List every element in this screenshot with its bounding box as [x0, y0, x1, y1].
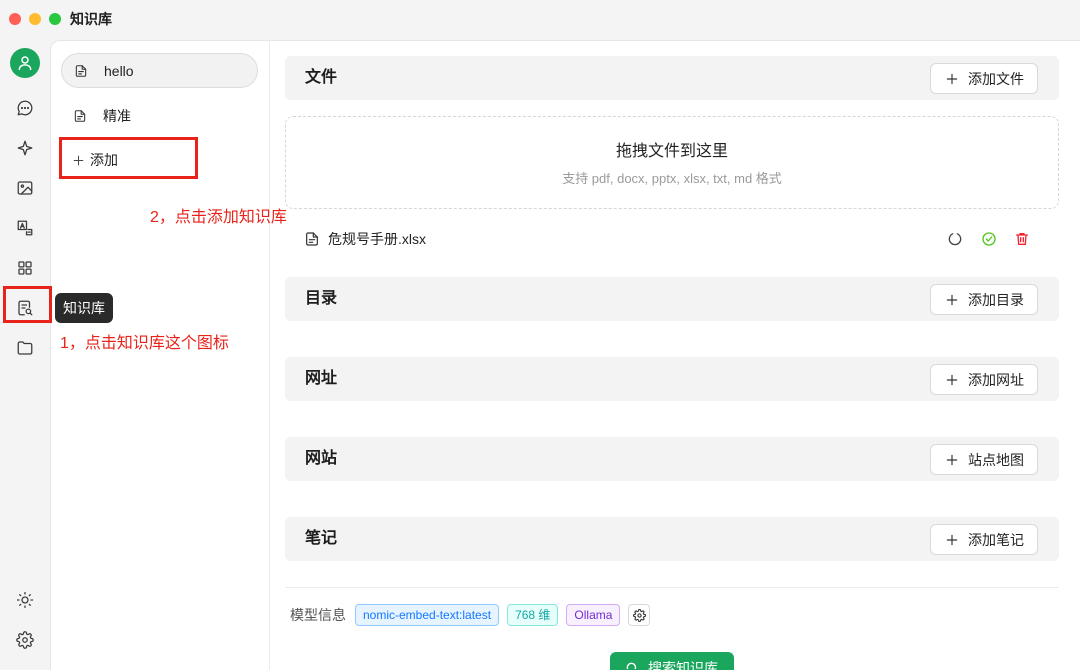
websites-section-title: 网站	[305, 450, 338, 467]
folder-icon	[17, 341, 33, 355]
window-title: 知识库	[70, 11, 112, 27]
dropzone-title: 拖拽文件到这里	[615, 143, 728, 160]
check-circle-icon	[982, 232, 996, 246]
kb-list-item-label: hello	[104, 62, 134, 79]
settings-icon	[632, 608, 646, 622]
add-url-button-label: 添加网址	[968, 371, 1024, 388]
kb-list-item-precise[interactable]: 精准	[61, 98, 258, 133]
add-directory-button[interactable]: 添加目录	[930, 284, 1038, 315]
title-bar: 知识库	[0, 0, 1080, 40]
annotation-step-2: 2，点击添加知识库	[150, 209, 287, 226]
annotation-highlight-kb-icon	[3, 286, 52, 323]
zoom-window-button[interactable]	[49, 13, 61, 25]
settings-button[interactable]	[10, 625, 40, 655]
directories-section-title: 目录	[305, 290, 338, 307]
knowledge-base-list: hello 精准 添加	[50, 40, 270, 670]
notes-section-title: 笔记	[305, 530, 338, 547]
sun-icon	[16, 591, 34, 609]
search-button-content: 搜索知识库	[625, 661, 718, 670]
sparkle-icon	[17, 140, 33, 156]
embedding-model-tag: nomic-embed-text:latest	[355, 604, 500, 626]
add-directory-button-label: 添加目录	[968, 291, 1024, 308]
minimize-window-button[interactable]	[29, 13, 41, 25]
dropzone-hint: 支持 pdf, docx, pptx, xlsx, txt, md 格式	[562, 171, 782, 186]
settings-icon	[16, 631, 34, 649]
search-icon	[626, 662, 637, 669]
document-icon	[306, 232, 318, 246]
add-file-button-label: 添加文件	[968, 70, 1024, 87]
add-sitemap-button-label: 站点地图	[968, 451, 1024, 468]
user-avatar-icon	[18, 56, 32, 71]
file-list-item: 危规号手册.xlsx	[304, 226, 1044, 252]
add-note-button[interactable]: 添加笔记	[930, 524, 1038, 555]
file-name: 危规号手册.xlsx	[328, 231, 426, 247]
user-avatar[interactable]	[10, 48, 40, 78]
plus-icon	[946, 534, 958, 545]
files-section-header: 文件 添加文件	[285, 56, 1059, 100]
urls-section-title: 网址	[305, 370, 338, 387]
sidebar-files-button[interactable]	[10, 333, 40, 363]
divider	[285, 587, 1059, 588]
trash-icon[interactable]	[1014, 231, 1030, 247]
plus-icon	[946, 454, 958, 465]
image-icon	[17, 181, 33, 195]
sidebar-translate-button[interactable]	[10, 213, 40, 243]
notes-section-header: 笔记 添加笔记	[285, 517, 1059, 561]
plus-icon	[946, 73, 958, 84]
add-url-button[interactable]: 添加网址	[930, 364, 1038, 395]
kb-list-item-hello[interactable]: hello	[61, 53, 258, 88]
chat-icon	[17, 100, 33, 116]
search-knowledge-base-button[interactable]: 搜索知识库	[610, 652, 734, 670]
plus-icon	[946, 374, 958, 385]
plus-icon	[946, 294, 958, 305]
model-info-row: 模型信息 nomic-embed-text:latest 768 维 Ollam…	[290, 604, 651, 626]
search-button-label: 搜索知识库	[648, 661, 718, 670]
apps-grid-icon	[18, 261, 32, 275]
add-note-button-label: 添加笔记	[968, 531, 1024, 548]
kb-list-item-label: 精准	[103, 107, 131, 124]
sidebar-agents-button[interactable]	[10, 133, 40, 163]
document-icon	[74, 109, 86, 122]
translate-icon	[17, 220, 33, 236]
websites-section-header: 网站 站点地图	[285, 437, 1059, 481]
document-icon	[75, 64, 87, 77]
app-window: 知识库 hello 精准 添加 文件 添加文件 拖拽文件到这里 支持 pdf, …	[0, 0, 1080, 670]
model-settings-button[interactable]	[628, 604, 651, 626]
sidebar-image-button[interactable]	[10, 173, 40, 203]
annotation-highlight-add-button	[59, 137, 198, 179]
provider-tag: Ollama	[566, 604, 621, 626]
add-file-button[interactable]: 添加文件	[930, 63, 1038, 94]
close-window-button[interactable]	[9, 13, 21, 25]
sidebar-apps-button[interactable]	[10, 253, 40, 283]
urls-section-header: 网址 添加网址	[285, 357, 1059, 401]
files-section-title: 文件	[305, 69, 338, 86]
model-info-label: 模型信息	[290, 607, 346, 623]
add-sitemap-button[interactable]: 站点地图	[930, 444, 1038, 475]
refresh-icon[interactable]	[947, 231, 963, 247]
sidebar-chat-button[interactable]	[10, 93, 40, 123]
directories-section-header: 目录 添加目录	[285, 277, 1059, 321]
dimensions-tag: 768 维	[507, 604, 559, 626]
theme-toggle-button[interactable]	[10, 585, 40, 615]
file-dropzone[interactable]: 拖拽文件到这里 支持 pdf, docx, pptx, xlsx, txt, m…	[285, 116, 1059, 209]
knowledge-base-tooltip: 知识库	[55, 293, 113, 323]
annotation-step-1: 1，点击知识库这个图标	[60, 335, 229, 352]
